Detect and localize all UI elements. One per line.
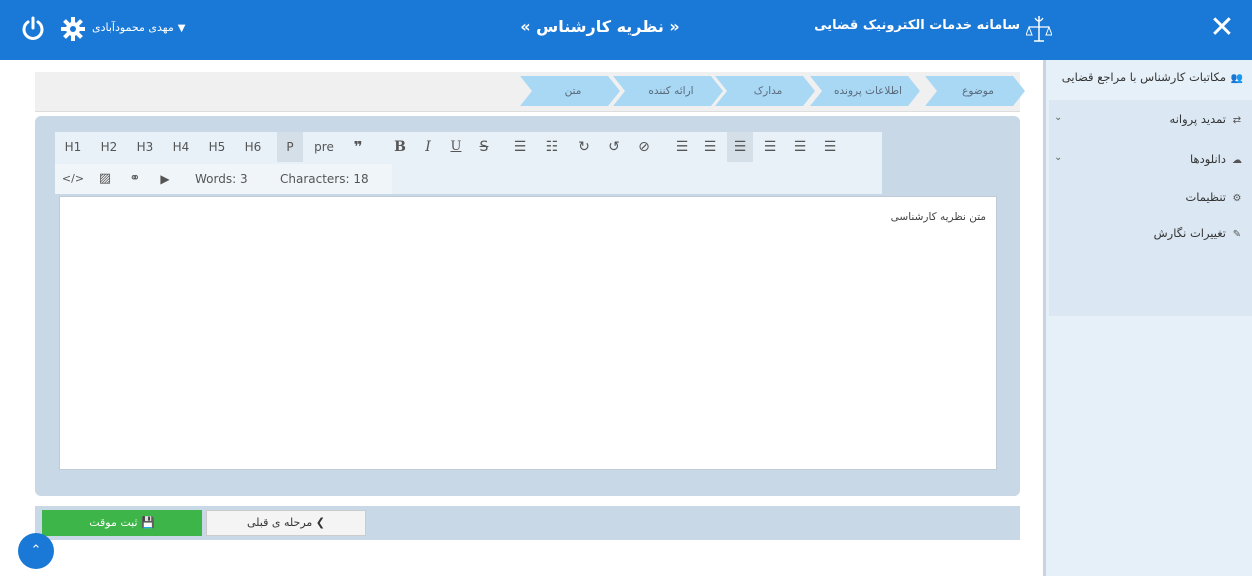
temporary-save-button[interactable]: 💾 ثبت موقت	[42, 510, 202, 536]
cloud-download-icon: ☁	[1232, 155, 1242, 166]
brand-title: سامانه خدمات الکترونیک قضایی	[814, 18, 1020, 33]
chevron-down-icon: ▼	[177, 23, 186, 34]
sidebar-item-license-renewal[interactable]: ⇄ تمدید پروانه	[1170, 112, 1244, 126]
sidebar-item-downloads[interactable]: ☁ دانلودها	[1190, 152, 1244, 166]
indent-icon[interactable]: ☰	[787, 132, 813, 162]
heading-1-button[interactable]: H1	[61, 132, 85, 162]
chevron-down-icon[interactable]: ⌄	[1054, 152, 1062, 163]
redo-icon[interactable]: ↻	[571, 132, 597, 162]
quote-icon[interactable]: ❞	[345, 132, 371, 162]
undo-icon[interactable]: ↺	[601, 132, 627, 162]
sidebar: 👥 مکاتبات کارشناس با مراجع قضایی ⇄ تمدید پ…	[1043, 60, 1252, 576]
previous-step-button[interactable]: ❯ مرحله ی قبلی	[206, 510, 366, 536]
numbered-list-icon[interactable]: ☷	[539, 132, 565, 162]
sidebar-item-label: تغییرات نگارش	[1153, 226, 1226, 240]
scales-of-justice-icon	[1026, 16, 1052, 42]
video-icon[interactable]: ▶	[153, 164, 177, 194]
step-case-info[interactable]: اطلاعات پرونده	[810, 76, 920, 106]
scroll-to-top-icon[interactable]: ⌃	[18, 533, 54, 569]
power-icon[interactable]	[20, 16, 46, 42]
sidebar-item-settings[interactable]: ⚙ تنظیمات	[1185, 190, 1244, 204]
action-bar: 💾 ثبت موقت ❯ مرحله ی قبلی	[35, 506, 1020, 540]
sidebar-item-label: مکاتبات کارشناس با مراجع قضایی	[1061, 70, 1226, 84]
sidebar-item-label: دانلودها	[1190, 152, 1226, 166]
align-left-icon[interactable]: ☰	[669, 132, 695, 162]
chevron-down-icon[interactable]: ⌄	[1054, 112, 1062, 123]
gear-icon: ⚙	[1232, 193, 1242, 204]
sidebar-item-label: تمدید پروانه	[1169, 112, 1226, 126]
chevron-right-icon: ❯	[315, 516, 325, 529]
floppy-disk-icon: 💾	[141, 516, 155, 529]
preformatted-button[interactable]: pre	[309, 132, 339, 162]
editor-textarea[interactable]: متن نظریه کارشناسی	[59, 196, 997, 470]
step-provider[interactable]: ارائه کننده	[613, 76, 723, 106]
heading-3-button[interactable]: H3	[133, 132, 157, 162]
heading-2-button[interactable]: H2	[97, 132, 121, 162]
editor-panel: H1 H2 H3 H4 H5 H6 P pre ❞ B I U S ☰ ☷ ↻ …	[35, 116, 1020, 496]
italic-icon[interactable]: I	[417, 132, 439, 162]
pencil-icon: ✎	[1232, 229, 1242, 240]
sidebar-item-version-changes[interactable]: ✎ تغییرات نگارش	[1154, 226, 1244, 240]
editor-toolbar: H1 H2 H3 H4 H5 H6 P pre ❞ B I U S ☰ ☷ ↻ …	[55, 132, 882, 194]
align-right-icon[interactable]: ☰	[727, 132, 753, 162]
paragraph-button[interactable]: P	[277, 132, 303, 162]
sidebar-highlight	[1049, 100, 1252, 316]
clear-format-icon[interactable]: ⊘	[631, 132, 657, 162]
heading-4-button[interactable]: H4	[169, 132, 193, 162]
word-count: Words: 3	[195, 172, 248, 186]
underline-icon[interactable]: U	[445, 132, 467, 162]
gear-icon[interactable]	[60, 16, 86, 42]
users-icon: 👥	[1230, 73, 1244, 84]
link-icon[interactable]: ⚭	[123, 164, 147, 194]
steps-breadcrumb: موضوع اطلاعات پرونده مدارک ارائه کننده م…	[35, 72, 1020, 112]
close-icon[interactable]: ✕	[1204, 10, 1240, 46]
character-count: Characters: 18	[280, 172, 369, 186]
outdent-icon[interactable]: ☰	[817, 132, 843, 162]
heading-6-button[interactable]: H6	[241, 132, 265, 162]
step-documents[interactable]: مدارک	[715, 76, 815, 106]
user-name: مهدی محمودآبادی	[92, 21, 174, 34]
retweet-icon: ⇄	[1232, 115, 1242, 126]
sidebar-item-correspondence[interactable]: 👥 مکاتبات کارشناس با مراجع قضایی	[1062, 70, 1244, 84]
step-text[interactable]: متن	[520, 76, 620, 106]
image-icon[interactable]: ▨	[93, 164, 117, 194]
step-subject[interactable]: موضوع	[925, 76, 1025, 106]
user-menu[interactable]: ▼مهدی محمودآبادی	[92, 21, 185, 34]
page-title: « نظریه کارشناس »	[520, 17, 680, 36]
heading-5-button[interactable]: H5	[205, 132, 229, 162]
bold-icon[interactable]: B	[389, 132, 411, 162]
strikethrough-icon[interactable]: S	[473, 132, 495, 162]
editor-content: متن نظریه کارشناسی	[890, 211, 986, 223]
bulleted-list-icon[interactable]: ☰	[507, 132, 533, 162]
align-center-icon[interactable]: ☰	[697, 132, 723, 162]
code-view-icon[interactable]: </>	[61, 164, 85, 194]
justify-icon[interactable]: ☰	[757, 132, 783, 162]
app-header: ✕ سامانه خدمات الکترونیک قضایی « نظریه ک…	[0, 0, 1252, 60]
sidebar-item-label: تنظیمات	[1185, 190, 1226, 204]
